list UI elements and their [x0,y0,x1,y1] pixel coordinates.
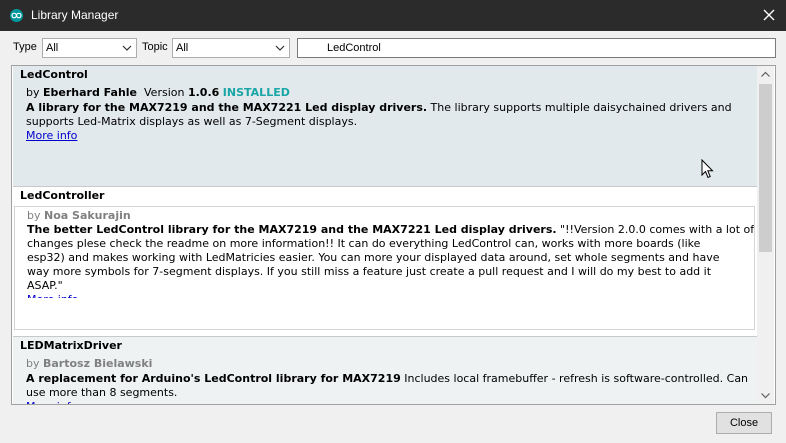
description-text: The library supports multiple daisychain… [427,101,732,114]
more-info-link[interactable]: More info [26,400,77,404]
by-text: by [26,357,40,370]
topic-select[interactable]: All [172,38,290,58]
topic-label: Topic [142,41,168,53]
topic-select-value: All [176,42,189,54]
library-item-ledmatrixdriver[interactable]: LEDMatrixDriver by Bartosz Bielawski A r… [13,337,758,404]
description-bold: A replacement for Arduino's LedControl l… [26,372,401,385]
type-select[interactable]: All [42,38,137,58]
library-details: by Noa Sakurajin The better LedControl l… [14,206,755,330]
library-author: Noa Sakurajin [44,209,131,222]
library-item-ledcontrol[interactable]: LedControl by Eberhard Fahle Version 1.0… [13,66,758,187]
scroll-up-icon[interactable] [757,66,774,83]
type-label: Type [13,41,37,53]
chevron-down-icon [122,45,132,51]
window-title: Library Manager [31,8,119,22]
search-input[interactable]: LedControl [297,38,776,58]
close-button[interactable]: Close [716,412,772,434]
library-version: 1.0.6 [187,86,220,99]
scrollbar-thumb[interactable] [759,84,772,252]
installed-badge: INSTALLED [222,86,290,99]
library-name: LedControl [20,68,88,81]
more-info-link[interactable]: More info [26,129,77,143]
scroll-down-icon[interactable] [757,387,774,404]
window-close-icon[interactable] [760,6,778,24]
description-bold: A library for the MAX7219 and the MAX722… [26,101,428,114]
vertical-scrollbar[interactable] [757,66,774,404]
description-text: "!!Version 2.0.0 comes with a lot of [556,223,755,236]
description-text: changes plese check the readme on more i… [27,237,701,250]
library-name: LedController [20,189,105,202]
library-list[interactable]: LedControl by Eberhard Fahle Version 1.0… [11,65,776,405]
arduino-icon [10,9,23,22]
library-author: Eberhard Fahle [43,86,138,99]
description-text: esp32) and makes working with LedMatrici… [27,251,720,264]
title-bar: Library Manager [0,0,786,31]
type-select-value: All [46,42,59,54]
description-text: way more symbols for 7-segment displays.… [27,265,712,278]
library-author: Bartosz Bielawski [43,357,153,370]
search-input-value: LedControl [327,42,381,54]
by-text: by [27,209,41,222]
description-bold: The better LedControl library for the MA… [27,223,557,236]
mouse-cursor-icon [701,159,714,179]
by-text: by [26,86,40,99]
description-text: Includes local framebuffer - refresh is … [400,372,749,385]
library-item-ledcontroller[interactable]: LedController by Noa Sakurajin The bette… [13,187,758,337]
chevron-down-icon [275,45,285,51]
library-name: LEDMatrixDriver [20,339,122,352]
version-label: Version [144,86,185,99]
description-text: use more than 8 segments. [26,386,178,399]
description-text: supports Led-Matrix displays as well as … [26,115,358,128]
description-text: ASAP." [27,279,63,292]
more-info-link[interactable]: More info [27,293,78,298]
